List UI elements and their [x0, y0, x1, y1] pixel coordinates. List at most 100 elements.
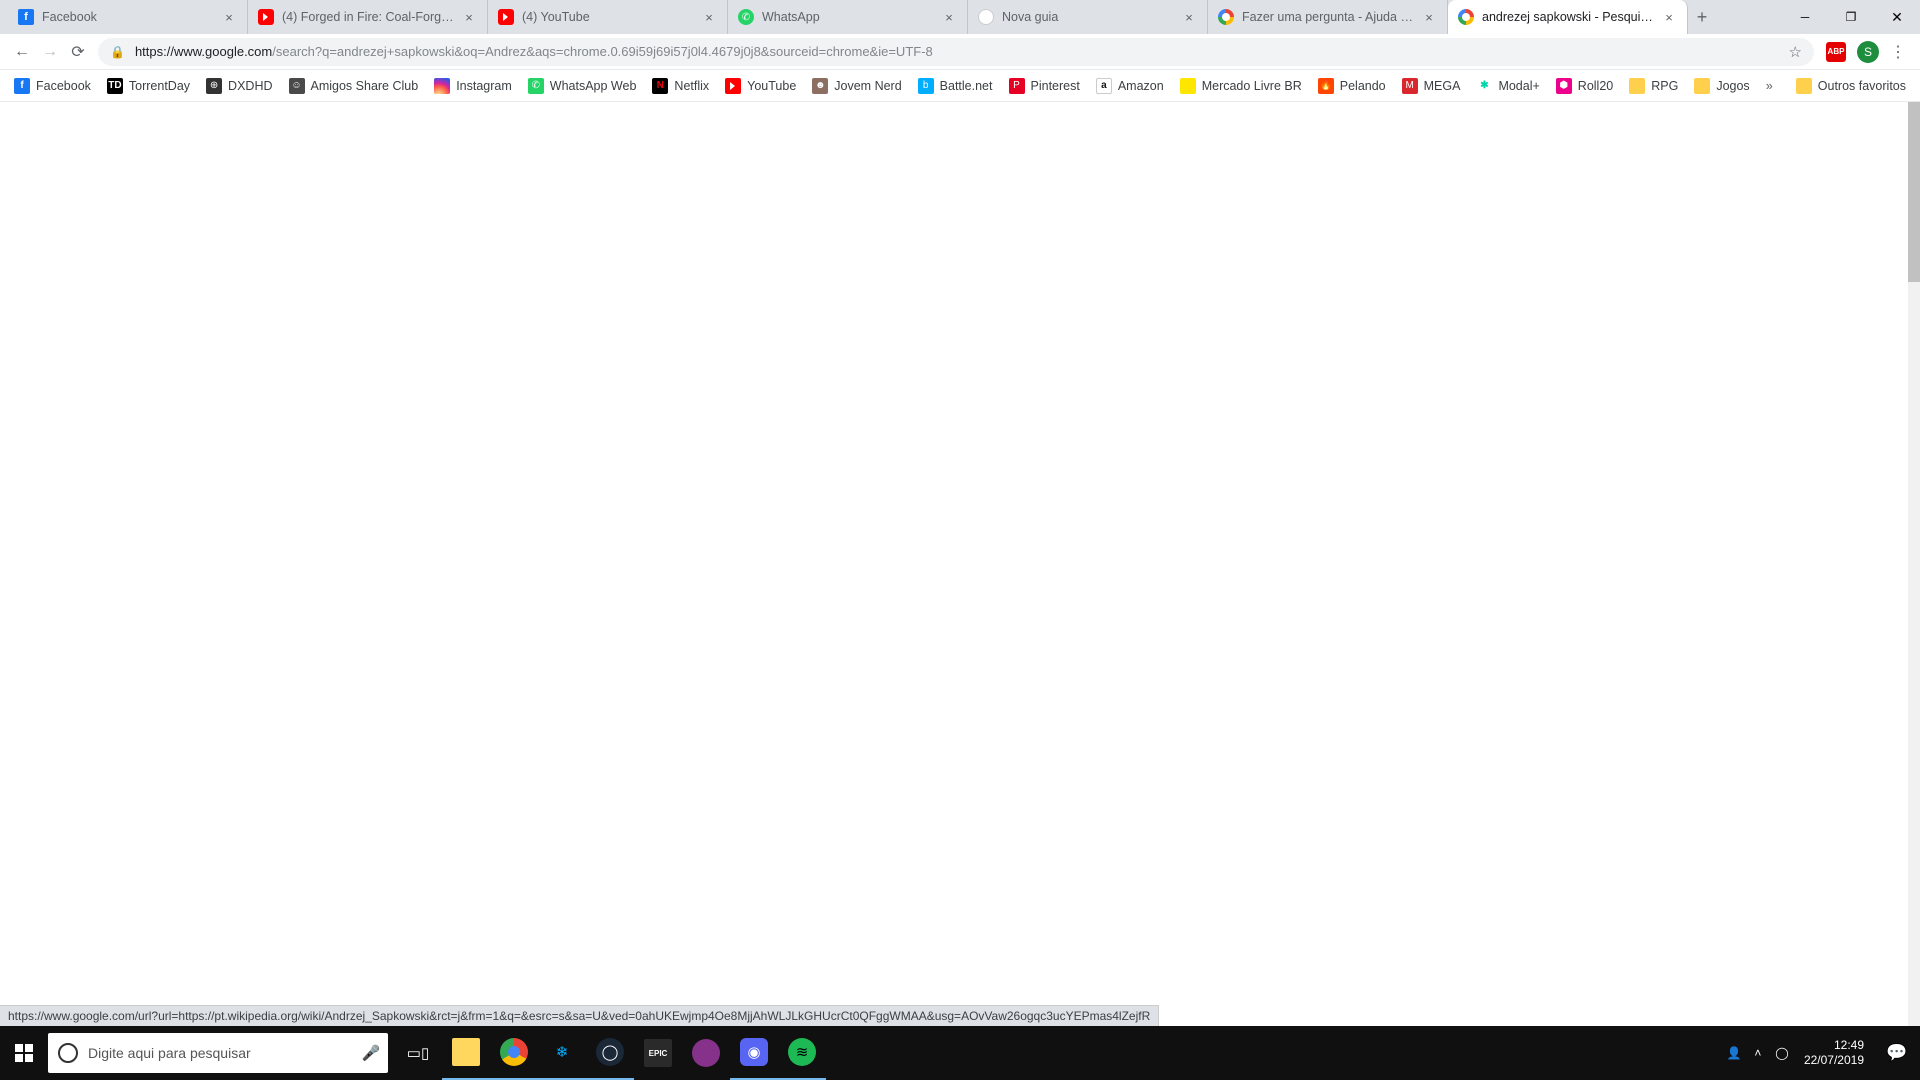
pinterest-icon: P [1009, 78, 1025, 94]
bookmark-whatsapp-web[interactable]: WhatsApp Web [520, 73, 645, 99]
bookmark-amigos-share[interactable]: ☺Amigos Share Club [281, 73, 427, 99]
tray-people-icon[interactable]: 👤 [1722, 1046, 1746, 1060]
vertical-scrollbar[interactable] [1908, 102, 1920, 1026]
tab-andrezej-sapkowski[interactable]: andrezej sapkowski - Pesquisa G × [1448, 0, 1688, 34]
close-icon[interactable]: × [221, 9, 237, 25]
tab-nova-guia[interactable]: Nova guia × [968, 0, 1208, 34]
folder-icon [1796, 78, 1812, 94]
taskbar-search[interactable]: Digite aqui para pesquisar 🎤 [48, 1033, 388, 1073]
bookmark-label: Roll20 [1578, 79, 1613, 93]
maximize-button[interactable]: ❐ [1828, 0, 1874, 34]
tab-strip: f Facebook × (4) Forged in Fire: Coal-Fo… [0, 0, 1920, 34]
bookmark-battlenet[interactable]: bBattle.net [910, 73, 1001, 99]
bookmark-instagram[interactable]: Instagram [426, 73, 520, 99]
close-icon[interactable]: × [461, 9, 477, 25]
bookmark-rpg-folder[interactable]: RPG [1621, 73, 1686, 99]
taskbar-blizzard[interactable]: ❄ [538, 1026, 586, 1080]
bookmark-facebook[interactable]: fFacebook [6, 73, 99, 99]
jovem-nerd-icon: ☻ [812, 78, 828, 94]
clock-time: 12:49 [1804, 1038, 1864, 1053]
taskbar-spotify[interactable]: ≋ [778, 1026, 826, 1080]
forward-button[interactable]: → [36, 38, 64, 66]
netflix-icon: N [652, 78, 668, 94]
new-tab-button[interactable]: + [1688, 0, 1716, 34]
profile-avatar[interactable]: S [1854, 38, 1882, 66]
whatsapp-icon [738, 9, 754, 25]
bookmark-jogos-folder[interactable]: Jogos [1686, 73, 1757, 99]
tab-title: (4) Forged in Fire: Coal-Forged Bl [282, 10, 455, 24]
bookmarks-bar: fFacebook TDTorrentDay ⊕DXDHD ☺Amigos Sh… [0, 70, 1920, 102]
url-host: https://www.google.com [135, 44, 272, 59]
folder-icon [1629, 78, 1645, 94]
action-center-icon[interactable]: 💬 [1874, 1043, 1920, 1063]
taskbar-steam[interactable]: ◯ [586, 1026, 634, 1080]
taskbar-epic[interactable]: EPIC [634, 1026, 682, 1080]
tray-chevron-up-icon[interactable]: ˄ [1746, 1046, 1770, 1060]
close-icon[interactable]: × [1181, 9, 1197, 25]
tab-fazer-pergunta[interactable]: Fazer uma pergunta - Ajuda do G × [1208, 0, 1448, 34]
bookmark-netflix[interactable]: NNetflix [644, 73, 717, 99]
close-icon[interactable]: × [701, 9, 717, 25]
close-window-button[interactable]: ✕ [1874, 0, 1920, 34]
bookmark-jovem-nerd[interactable]: ☻Jovem Nerd [804, 73, 909, 99]
back-button[interactable]: ← [8, 38, 36, 66]
system-tray: 👤 ˄ ◯ 12:49 22/07/2019 💬 [1722, 1026, 1920, 1080]
tab-whatsapp[interactable]: WhatsApp × [728, 0, 968, 34]
tab-facebook[interactable]: f Facebook × [8, 0, 248, 34]
bookmark-label: Battle.net [940, 79, 993, 93]
bookmark-label: MEGA [1424, 79, 1461, 93]
bookmark-star-icon[interactable]: ☆ [1789, 43, 1802, 61]
taskbar-gog[interactable] [682, 1026, 730, 1080]
mic-icon[interactable]: 🎤 [354, 1044, 388, 1062]
task-view-button[interactable]: ▭▯ [394, 1026, 442, 1080]
address-bar[interactable]: 🔒 https://www.google.com/search?q=andrez… [98, 38, 1814, 66]
taskbar-discord[interactable]: ◉ [730, 1026, 778, 1080]
taskbar-chrome[interactable] [490, 1026, 538, 1080]
bookmark-mercado-livre[interactable]: Mercado Livre BR [1172, 73, 1310, 99]
bookmark-mega[interactable]: MMEGA [1394, 73, 1469, 99]
reload-button[interactable]: ⟳ [64, 38, 92, 66]
mercado-livre-icon [1180, 78, 1196, 94]
bookmark-amazon[interactable]: aAmazon [1088, 73, 1172, 99]
tray-app-icon[interactable]: ◯ [1770, 1046, 1794, 1060]
bookmark-label: Modal+ [1498, 79, 1539, 93]
amazon-icon: a [1096, 78, 1112, 94]
tab-title: andrezej sapkowski - Pesquisa G [1482, 10, 1655, 24]
tab-forged-in-fire[interactable]: (4) Forged in Fire: Coal-Forged Bl × [248, 0, 488, 34]
pelando-icon: 🔥 [1318, 78, 1334, 94]
chrome-menu-button[interactable]: ⋮ [1884, 42, 1912, 62]
close-icon[interactable]: × [941, 9, 957, 25]
start-button[interactable] [0, 1026, 48, 1080]
minimize-button[interactable]: ─ [1782, 0, 1828, 34]
bookmark-dxdhd[interactable]: ⊕DXDHD [198, 73, 280, 99]
google-icon [1218, 9, 1234, 25]
spotify-icon: ≋ [788, 1038, 816, 1066]
bookmark-label: Outros favoritos [1818, 79, 1906, 93]
youtube-icon [725, 78, 741, 94]
bookmark-torrentday[interactable]: TDTorrentDay [99, 73, 198, 99]
bookmark-label: TorrentDay [129, 79, 190, 93]
bookmark-youtube[interactable]: YouTube [717, 73, 804, 99]
scrollbar-thumb[interactable] [1908, 102, 1920, 282]
epic-icon: EPIC [644, 1039, 672, 1067]
taskbar-explorer[interactable] [442, 1026, 490, 1080]
bookmark-label: Mercado Livre BR [1202, 79, 1302, 93]
google-icon [1458, 9, 1474, 25]
windows-icon [15, 1044, 33, 1062]
file-explorer-icon [452, 1038, 480, 1066]
bookmark-modal[interactable]: ✱Modal+ [1468, 73, 1547, 99]
toolbar: ← → ⟳ 🔒 https://www.google.com/search?q=… [0, 34, 1920, 70]
close-icon[interactable]: × [1661, 9, 1677, 25]
bookmarks-overflow[interactable]: » [1758, 79, 1781, 93]
bookmark-pinterest[interactable]: PPinterest [1001, 73, 1088, 99]
abp-icon: ABP [1826, 42, 1846, 62]
folder-icon [1694, 78, 1710, 94]
tab-youtube[interactable]: (4) YouTube × [488, 0, 728, 34]
bookmark-roll20[interactable]: ⬢Roll20 [1548, 73, 1621, 99]
taskbar-search-placeholder: Digite aqui para pesquisar [88, 1045, 354, 1061]
other-bookmarks[interactable]: Outros favoritos [1788, 78, 1914, 94]
bookmark-pelando[interactable]: 🔥Pelando [1310, 73, 1394, 99]
taskbar-clock[interactable]: 12:49 22/07/2019 [1794, 1038, 1874, 1068]
close-icon[interactable]: × [1421, 9, 1437, 25]
abp-extension[interactable]: ABP [1822, 38, 1850, 66]
